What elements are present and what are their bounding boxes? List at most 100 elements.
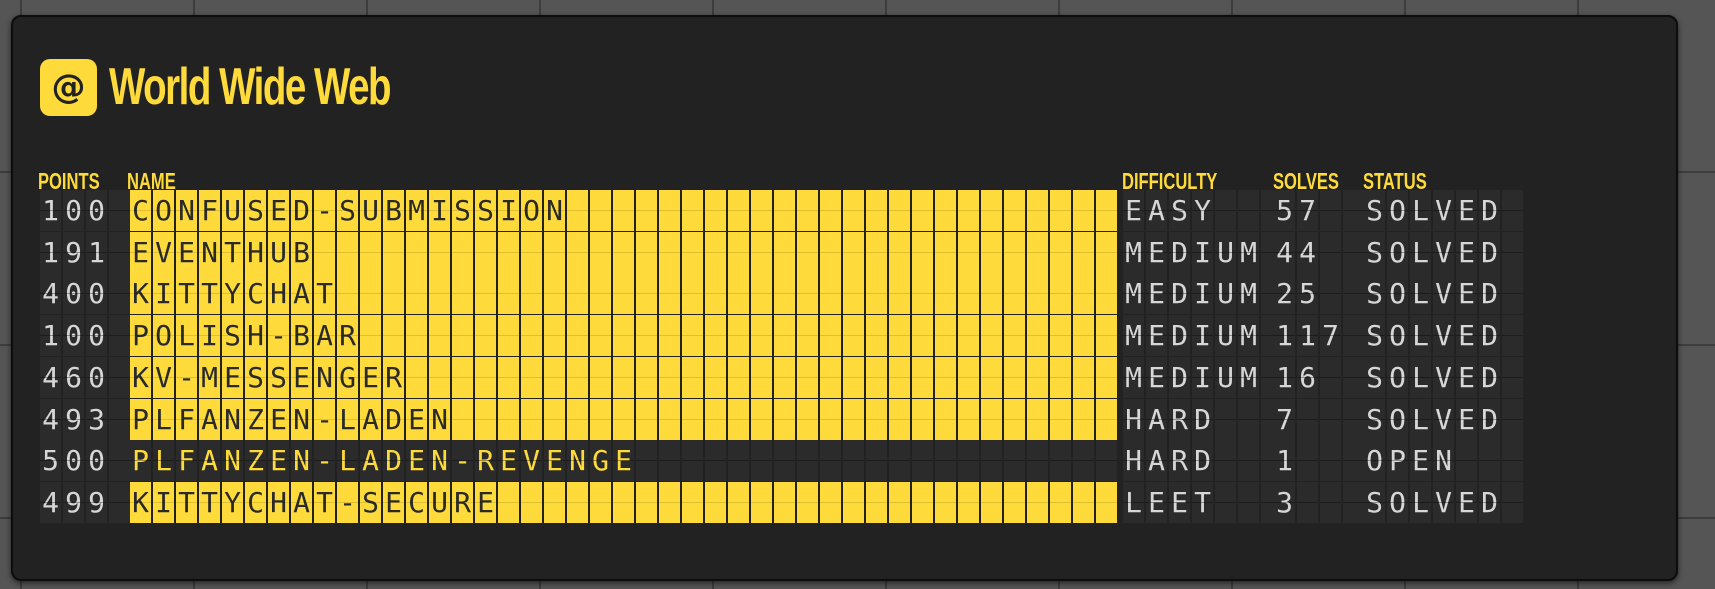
flap-cell <box>636 481 657 523</box>
flap-cell: T <box>199 273 220 315</box>
flap-cell <box>544 481 565 523</box>
flap-cell <box>383 315 404 357</box>
flap-cell: B <box>291 231 312 273</box>
flap-cell: D <box>1479 398 1500 440</box>
flap-cell: L <box>153 398 174 440</box>
flap-cell: V <box>1433 398 1454 440</box>
flap-cell: 0 <box>86 273 107 315</box>
flap-cell <box>613 273 634 315</box>
flap-cell <box>659 231 680 273</box>
flap-cell: D <box>1479 356 1500 398</box>
flap-cell <box>866 481 887 523</box>
flap-cell: E <box>1146 273 1167 315</box>
challenge-points: 500 <box>40 440 132 483</box>
flap-cell <box>452 231 473 273</box>
flap-cell: L <box>337 440 358 482</box>
flap-cell: V <box>1433 190 1454 231</box>
flap-cell: O <box>1387 398 1408 440</box>
flap-cell <box>1027 481 1048 523</box>
flap-cell <box>1343 273 1364 315</box>
flap-cell: V <box>1433 356 1454 398</box>
flap-cell <box>843 481 864 523</box>
flap-cell <box>843 190 864 231</box>
flap-cell <box>109 440 130 482</box>
category-panel: @ World Wide Web POINTS NAME DIFFICULTY … <box>11 15 1678 581</box>
flap-cell: V <box>1433 231 1454 273</box>
flap-cell <box>912 356 933 398</box>
flap-cell <box>544 231 565 273</box>
flap-cell <box>1027 231 1048 273</box>
flap-cell <box>1050 231 1071 273</box>
flap-cell: S <box>222 315 243 357</box>
flap-cell: U <box>1215 315 1236 357</box>
flap-cell: E <box>268 190 289 231</box>
flap-cell: Y <box>222 273 243 315</box>
flap-cell: C <box>245 481 266 523</box>
challenge-difficulty: MEDIUM <box>1123 273 1284 316</box>
flap-cell <box>1320 440 1341 482</box>
flap-cell: R <box>452 481 473 523</box>
flap-cell: E <box>291 356 312 398</box>
flap-cell: 1 <box>1297 315 1318 357</box>
flap-cell: E <box>222 356 243 398</box>
flap-cell <box>682 231 703 273</box>
flap-cell: D <box>1479 315 1500 357</box>
challenge-solves: 57 <box>1274 190 1366 233</box>
flap-cell <box>935 356 956 398</box>
flap-cell: M <box>199 356 220 398</box>
flap-cell <box>981 273 1002 315</box>
flap-cell: N <box>291 398 312 440</box>
flap-cell <box>1096 440 1117 482</box>
flap-cell <box>452 356 473 398</box>
flap-cell <box>659 315 680 357</box>
flap-cell <box>981 398 1002 440</box>
flap-cell <box>109 481 130 523</box>
flap-cell: O <box>153 315 174 357</box>
flap-cell <box>613 190 634 231</box>
challenge-name: KITTYCHAT <box>130 273 1119 316</box>
flap-cell: R <box>1169 440 1190 482</box>
flap-cell: 4 <box>1274 231 1295 273</box>
flap-cell <box>1479 440 1500 482</box>
flap-cell: L <box>1410 315 1431 357</box>
flap-cell <box>1004 481 1025 523</box>
challenge-solves: 117 <box>1274 315 1366 358</box>
flap-cell: Y <box>222 481 243 523</box>
flap-cell <box>498 356 519 398</box>
flap-cell <box>337 273 358 315</box>
flap-cell <box>682 398 703 440</box>
flap-cell <box>705 315 726 357</box>
challenge-status: SOLVED <box>1364 481 1525 525</box>
flap-cell: V <box>1433 273 1454 315</box>
flap-cell <box>728 315 749 357</box>
flap-cell <box>705 440 726 482</box>
flap-cell: I <box>1192 231 1213 273</box>
flap-cell <box>889 440 910 482</box>
flap-cell <box>958 440 979 482</box>
flap-cell: N <box>567 440 588 482</box>
flap-cell: E <box>360 356 381 398</box>
flap-cell <box>590 190 611 231</box>
flap-cell: E <box>1456 273 1477 315</box>
flap-cell <box>751 481 772 523</box>
flap-cell <box>1502 398 1523 440</box>
flap-cell <box>774 315 795 357</box>
flap-cell: V <box>521 440 542 482</box>
flap-cell <box>613 356 634 398</box>
flap-cell <box>797 315 818 357</box>
flap-cell <box>1297 398 1318 440</box>
flap-cell: - <box>314 440 335 482</box>
flap-cell: 1 <box>40 190 61 231</box>
flap-cell: D <box>1479 190 1500 231</box>
flap-cell <box>1343 190 1364 231</box>
flap-cell <box>429 315 450 357</box>
flap-cell <box>843 231 864 273</box>
flap-cell <box>981 315 1002 357</box>
challenge-name: POLISH-BAR <box>130 315 1119 358</box>
flap-cell: 6 <box>63 356 84 398</box>
flap-cell <box>866 440 887 482</box>
flap-cell: M <box>1123 231 1144 273</box>
flap-cell: E <box>1146 481 1167 523</box>
flap-cell <box>843 440 864 482</box>
flap-cell <box>774 398 795 440</box>
